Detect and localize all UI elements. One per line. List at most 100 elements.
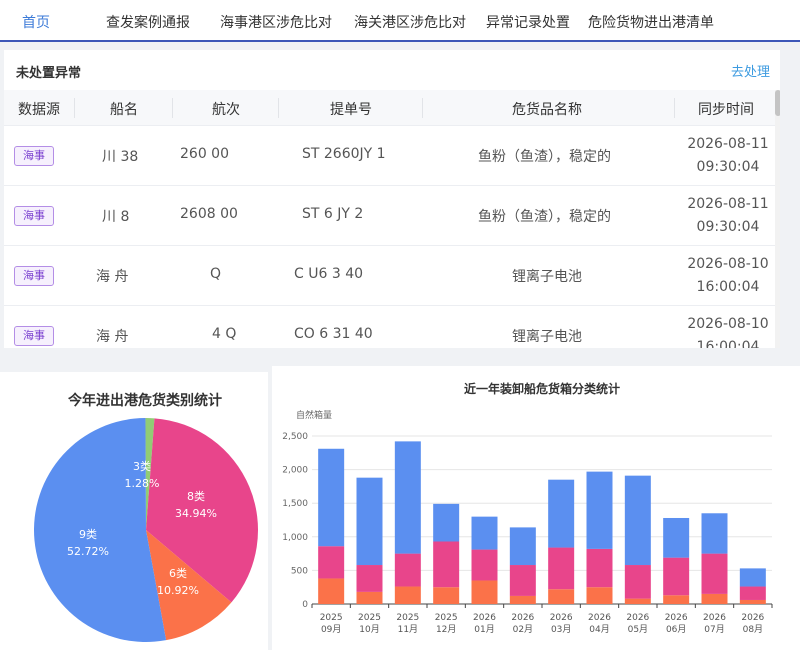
bar-segment[interactable] bbox=[586, 587, 613, 604]
bar-segment[interactable] bbox=[471, 549, 498, 581]
bar-segment[interactable] bbox=[471, 580, 498, 604]
x-tick-label: 11月 bbox=[398, 624, 418, 635]
bar-segment[interactable] bbox=[318, 546, 345, 579]
bar-segment[interactable] bbox=[356, 565, 383, 592]
cargo-name: 鱼粉（鱼渣），稳定的 bbox=[478, 149, 611, 165]
pie-slice-percent: 10.92% bbox=[157, 584, 199, 597]
bar-segment[interactable] bbox=[356, 477, 383, 566]
bar-segment[interactable] bbox=[586, 471, 613, 549]
bar-segment[interactable] bbox=[394, 586, 421, 604]
bar-segment[interactable] bbox=[433, 503, 460, 542]
bar-segment[interactable] bbox=[586, 548, 613, 588]
unhandled-exceptions-panel: 未处置异常 去处理 数据源 船名 航次 提单号 危货品名称 同步时间 海事 川 … bbox=[4, 50, 780, 348]
nav-tab-maritime-compare[interactable]: 海事港区涉危比对 bbox=[220, 12, 332, 32]
voyage: Q bbox=[210, 266, 222, 282]
bar-segment[interactable] bbox=[318, 578, 345, 604]
x-tick-label: 08月 bbox=[743, 624, 763, 635]
bar-segment[interactable] bbox=[663, 517, 690, 558]
sync-time: 2026-08-11 09:30:04 bbox=[687, 136, 769, 175]
x-tick-label: 02月 bbox=[513, 624, 533, 635]
table-row[interactable]: 海事 海 舟 Q C U6 3 40 锂离子电池 2026-08-10 16:00… bbox=[4, 246, 780, 306]
nav-tab-home[interactable]: 首页 bbox=[22, 12, 50, 32]
go-handle-link[interactable]: 去处理 bbox=[731, 61, 770, 80]
y-axis-label: 自然箱量 bbox=[296, 409, 332, 421]
ship-name: 川 38 bbox=[102, 149, 139, 165]
bar-segment[interactable] bbox=[433, 541, 460, 588]
x-tick-label: 2025 bbox=[358, 613, 381, 623]
bar-segment[interactable] bbox=[624, 598, 651, 604]
bar-chart-card: 近一年装卸船危货箱分类统计 自然箱量 0 500 1,000 1,500 2,000 2,5… bbox=[272, 366, 800, 650]
voyage: 2608 00 bbox=[180, 206, 238, 222]
sync-time: 2026-08-11 09:30:04 bbox=[687, 196, 769, 235]
source-tag: 海事 bbox=[14, 326, 54, 346]
bar-segment[interactable] bbox=[318, 448, 345, 547]
bar-segment[interactable] bbox=[394, 441, 421, 554]
nav-tab-dangerous-goods-list[interactable]: 危险货物进出港清单 bbox=[588, 12, 714, 32]
pie-slice-label: 3类 bbox=[133, 459, 151, 473]
x-tick-label: 2025 bbox=[396, 613, 419, 623]
pie-slice-label: 8类 bbox=[187, 489, 205, 503]
bar-segment[interactable] bbox=[701, 593, 728, 604]
bar-segment[interactable] bbox=[624, 565, 651, 599]
bar-segment[interactable] bbox=[663, 595, 690, 604]
bar-segment[interactable] bbox=[701, 553, 728, 594]
pie-slice-percent: 34.94% bbox=[175, 507, 217, 520]
bar-segment[interactable] bbox=[548, 547, 575, 590]
table-row[interactable]: 海事 川 38 260 00 ST 2660JY 1 鱼粉（鱼渣），稳定的 20… bbox=[4, 126, 780, 186]
nav-tab-exception-records[interactable]: 异常记录处置 bbox=[486, 12, 570, 32]
category-pie-card: 今年进出港危货类别统计 3类 1.28% 8类 34.94% 6类 10.92% 9类 52.… bbox=[0, 372, 268, 650]
pie-chart: 3类 1.28% 8类 34.94% 6类 10.92% 9类 52.72% bbox=[33, 418, 258, 642]
ship-name: 海 舟 bbox=[96, 269, 129, 285]
bar-segment[interactable] bbox=[663, 557, 690, 596]
y-tick-label: 1,000 bbox=[282, 533, 308, 543]
table-scrollbar-thumb[interactable] bbox=[775, 90, 780, 116]
bar-segment[interactable] bbox=[509, 565, 536, 596]
table-header: 数据源 船名 航次 提单号 危货品名称 同步时间 bbox=[4, 90, 780, 126]
column-header-source: 数据源 bbox=[18, 102, 60, 118]
column-header-ship: 船名 bbox=[110, 102, 138, 118]
table-scrollbar-track[interactable] bbox=[775, 90, 780, 348]
y-tick-label: 2,000 bbox=[282, 466, 308, 476]
bar-segment[interactable] bbox=[701, 513, 728, 554]
source-tag: 海事 bbox=[14, 266, 54, 286]
bar-segment[interactable] bbox=[509, 595, 536, 604]
x-tick-label: 04月 bbox=[589, 624, 609, 635]
bar-segment[interactable] bbox=[548, 589, 575, 604]
x-tick-label: 2026 bbox=[626, 613, 649, 623]
table-row[interactable]: 海事 川 8 2608 00 ST 6 JY 2 鱼粉（鱼渣），稳定的 2026… bbox=[4, 186, 780, 246]
bill-number: ST 2660JY 1 bbox=[302, 146, 386, 162]
column-header-cargo: 危货品名称 bbox=[512, 102, 582, 118]
nav-tab-case-reports[interactable]: 查发案例通报 bbox=[106, 12, 190, 32]
x-tick-label: 2026 bbox=[665, 613, 688, 623]
bar-segment[interactable] bbox=[471, 516, 498, 550]
bar-segment[interactable] bbox=[394, 553, 421, 587]
x-tick-label: 05月 bbox=[628, 624, 648, 635]
bar-segment[interactable] bbox=[739, 568, 766, 587]
column-header-bill: 提单号 bbox=[330, 102, 372, 118]
x-tick-label: 2026 bbox=[588, 613, 611, 623]
column-header-sync-time: 同步时间 bbox=[698, 102, 754, 118]
x-tick-label: 03月 bbox=[551, 624, 571, 635]
pie-slice-percent: 1.28% bbox=[125, 477, 160, 490]
nav-tab-customs-compare[interactable]: 海关港区涉危比对 bbox=[354, 12, 466, 32]
bar-segment[interactable] bbox=[739, 599, 766, 604]
bar-segment[interactable] bbox=[356, 591, 383, 604]
cargo-name: 锂离子电池 bbox=[512, 269, 582, 285]
bar-segment[interactable] bbox=[739, 586, 766, 600]
x-tick-label: 2026 bbox=[703, 613, 726, 623]
bar-segment[interactable] bbox=[433, 587, 460, 604]
top-nav: 首页 查发案例通报 海事港区涉危比对 海关港区涉危比对 异常记录处置 危险货物进… bbox=[0, 0, 800, 42]
table-row[interactable]: 海事 海 舟 4 Q CO 6 31 40 锂离子电池 2026-08-10 16… bbox=[4, 306, 780, 348]
bar-segment[interactable] bbox=[548, 479, 575, 548]
bar-segment[interactable] bbox=[624, 475, 651, 566]
x-tick-label: 10月 bbox=[359, 624, 379, 635]
x-tick-label: 2026 bbox=[741, 613, 764, 623]
ship-name: 川 8 bbox=[102, 209, 130, 225]
bar-segment[interactable] bbox=[509, 527, 536, 566]
bill-number: ST 6 JY 2 bbox=[302, 206, 364, 222]
y-tick-label: 0 bbox=[302, 600, 308, 610]
panel-title: 未处置异常 bbox=[16, 66, 82, 81]
source-tag: 海事 bbox=[14, 146, 54, 166]
ship-name: 海 舟 bbox=[96, 329, 129, 345]
bill-number: CO 6 31 40 bbox=[294, 326, 373, 342]
